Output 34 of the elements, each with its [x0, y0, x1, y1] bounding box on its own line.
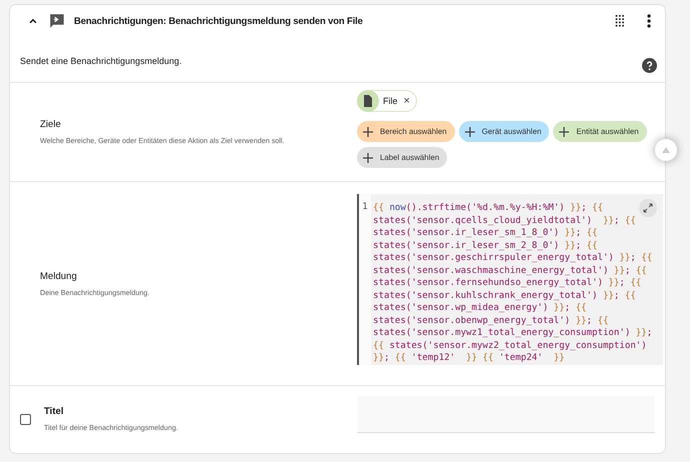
description-text: Sendet eine Benachrichtigungsmeldung. — [20, 56, 182, 66]
code-line: states('sensor.ir_leser_sm_2_8_0') }}; {{ — [373, 240, 598, 252]
expand-icon[interactable] — [639, 199, 657, 217]
field-label: Titel — [44, 406, 65, 417]
code-line: states('sensor.waschmaschine_energy_total') }}; {{ — [373, 264, 647, 277]
code-line: states('sensor.qcells_cloud_yieldtotal') }}; {{ — [373, 214, 636, 227]
code-line: states('sensor.obenwp_energy_total') }}; {{ — [373, 314, 608, 327]
field-label: Meldung — [40, 270, 78, 282]
input-field[interactable] — [357, 396, 655, 433]
remove-icon[interactable]: × — [404, 95, 410, 107]
code-line: states('sensor.fernsehundso_energy_total') }}; {{ — [373, 277, 642, 290]
checkbox[interactable] — [20, 414, 31, 424]
plus-icon — [559, 126, 570, 136]
code-line: {{ states('sensor.mywz2_total_energy_consumption') — [373, 340, 647, 352]
more-menu-icon[interactable] — [647, 14, 651, 28]
plus-icon — [464, 126, 475, 136]
code-line: states('sensor.geschirrspuler_energy_total') }}; {{ — [373, 252, 652, 264]
help-icon[interactable] — [642, 58, 657, 72]
card-title: Benachrichtigungen: Benachrichtigungsmeldung senden von File — [74, 16, 363, 26]
line-number: 1 — [362, 202, 368, 212]
code-editor[interactable] — [357, 194, 663, 365]
code-line: }}; {{ 'temp12' }} {{ 'temp24' }} — [373, 352, 565, 364]
drag-handle-icon[interactable] — [615, 15, 625, 27]
message-icon — [48, 12, 66, 30]
code-line: states('sensor.kuhlschrank_energy_total') }}; {{ — [373, 290, 636, 302]
code-line: states('sensor.wp_midea_energy') }}; {{ — [373, 302, 587, 314]
code-line: {{ now().strftime('%d.%m.%y-%H:%M') }}; {{ — [373, 202, 603, 214]
code-line: states('sensor.ir_leser_sm_1_8_0') }}; {{ — [373, 227, 598, 240]
field-label: Ziele — [40, 119, 62, 130]
plus-icon — [363, 126, 373, 136]
document-icon — [357, 90, 379, 112]
chip-label: File — [383, 96, 398, 106]
plus-icon — [363, 152, 373, 162]
code-line: states('sensor.mywz1_total_energy_consumption') }}; — [373, 327, 652, 340]
